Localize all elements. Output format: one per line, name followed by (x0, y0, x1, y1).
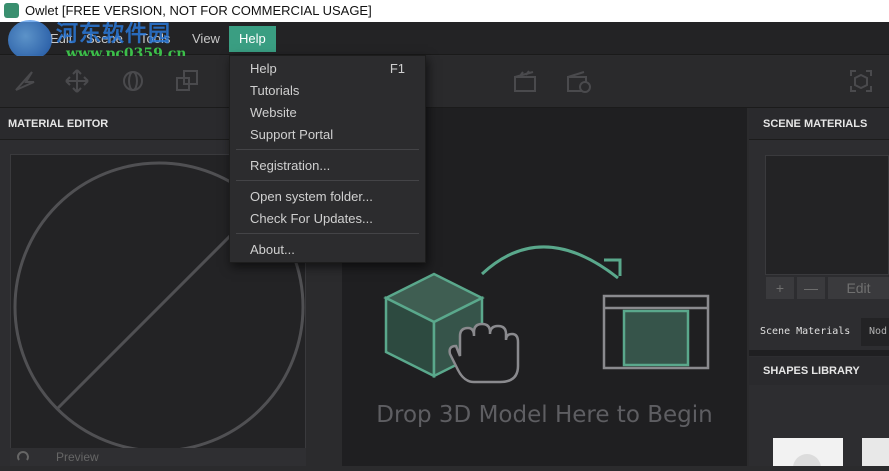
menu-view[interactable]: View (182, 26, 230, 52)
add-material-button[interactable]: + (766, 277, 794, 299)
tab-nodes[interactable]: Nod (861, 318, 889, 346)
edit-material-button[interactable]: Edit (828, 277, 889, 299)
render-clapper-icon[interactable] (512, 68, 538, 94)
fit-view-icon[interactable] (848, 68, 874, 94)
menu-item-website[interactable]: Website (230, 102, 425, 124)
shape-thumbnail[interactable] (862, 438, 889, 466)
menu-separator (236, 149, 419, 150)
arrow-icon (480, 245, 622, 280)
menu-scene[interactable]: Scene (76, 26, 133, 52)
remove-material-button[interactable]: — (797, 277, 825, 299)
refresh-icon[interactable] (16, 450, 30, 464)
menu-item-open-system-folder[interactable]: Open system folder... (230, 186, 425, 208)
material-preview-bar: Preview (10, 448, 306, 466)
rotate-icon[interactable] (120, 68, 146, 94)
menu-item-help-shortcut: F1 (389, 61, 405, 76)
move-icon[interactable] (64, 68, 90, 94)
select-arrow-icon[interactable] (12, 68, 38, 94)
menu-separator (236, 180, 419, 181)
tab-scene-materials[interactable]: Scene Materials (750, 318, 860, 346)
shape-sphere-thumbnail[interactable] (773, 438, 843, 471)
shapes-library-title: SHAPES LIBRARY (749, 357, 889, 385)
scene-materials-title: SCENE MATERIALS (749, 108, 889, 140)
menu-item-registration[interactable]: Registration... (230, 155, 425, 177)
menu-bar: Edit Scene Tools View Help (0, 22, 889, 55)
hand-icon (448, 322, 520, 384)
menu-item-check-updates[interactable]: Check For Updates... (230, 208, 425, 230)
menu-item-support-portal[interactable]: Support Portal (230, 124, 425, 146)
preview-label[interactable]: Preview (56, 450, 99, 464)
toolbar (0, 56, 889, 108)
menu-separator (236, 233, 419, 234)
scale-icon[interactable] (174, 68, 200, 94)
title-bar: Owlet [FREE VERSION, NOT FOR COMMERCIAL … (0, 0, 889, 22)
menu-tools[interactable]: Tools (130, 26, 180, 52)
panel-divider (749, 350, 889, 356)
help-dropdown-menu: Help F1 Tutorials Website Support Portal… (229, 55, 426, 263)
drop-model-text: Drop 3D Model Here to Begin (376, 402, 713, 428)
window-target-icon (602, 294, 710, 370)
menu-item-about[interactable]: About... (230, 239, 425, 261)
shapes-library-header: SHAPES LIBRARY (749, 357, 889, 385)
menu-item-help[interactable]: Help F1 (230, 58, 425, 80)
app-icon (4, 3, 19, 18)
scene-materials-list[interactable] (765, 155, 889, 275)
render-timer-icon[interactable] (566, 68, 592, 94)
menu-item-tutorials[interactable]: Tutorials (230, 80, 425, 102)
menu-item-help-label: Help (250, 61, 277, 76)
window-title: Owlet [FREE VERSION, NOT FOR COMMERCIAL … (25, 3, 372, 18)
menu-help[interactable]: Help (229, 26, 276, 52)
